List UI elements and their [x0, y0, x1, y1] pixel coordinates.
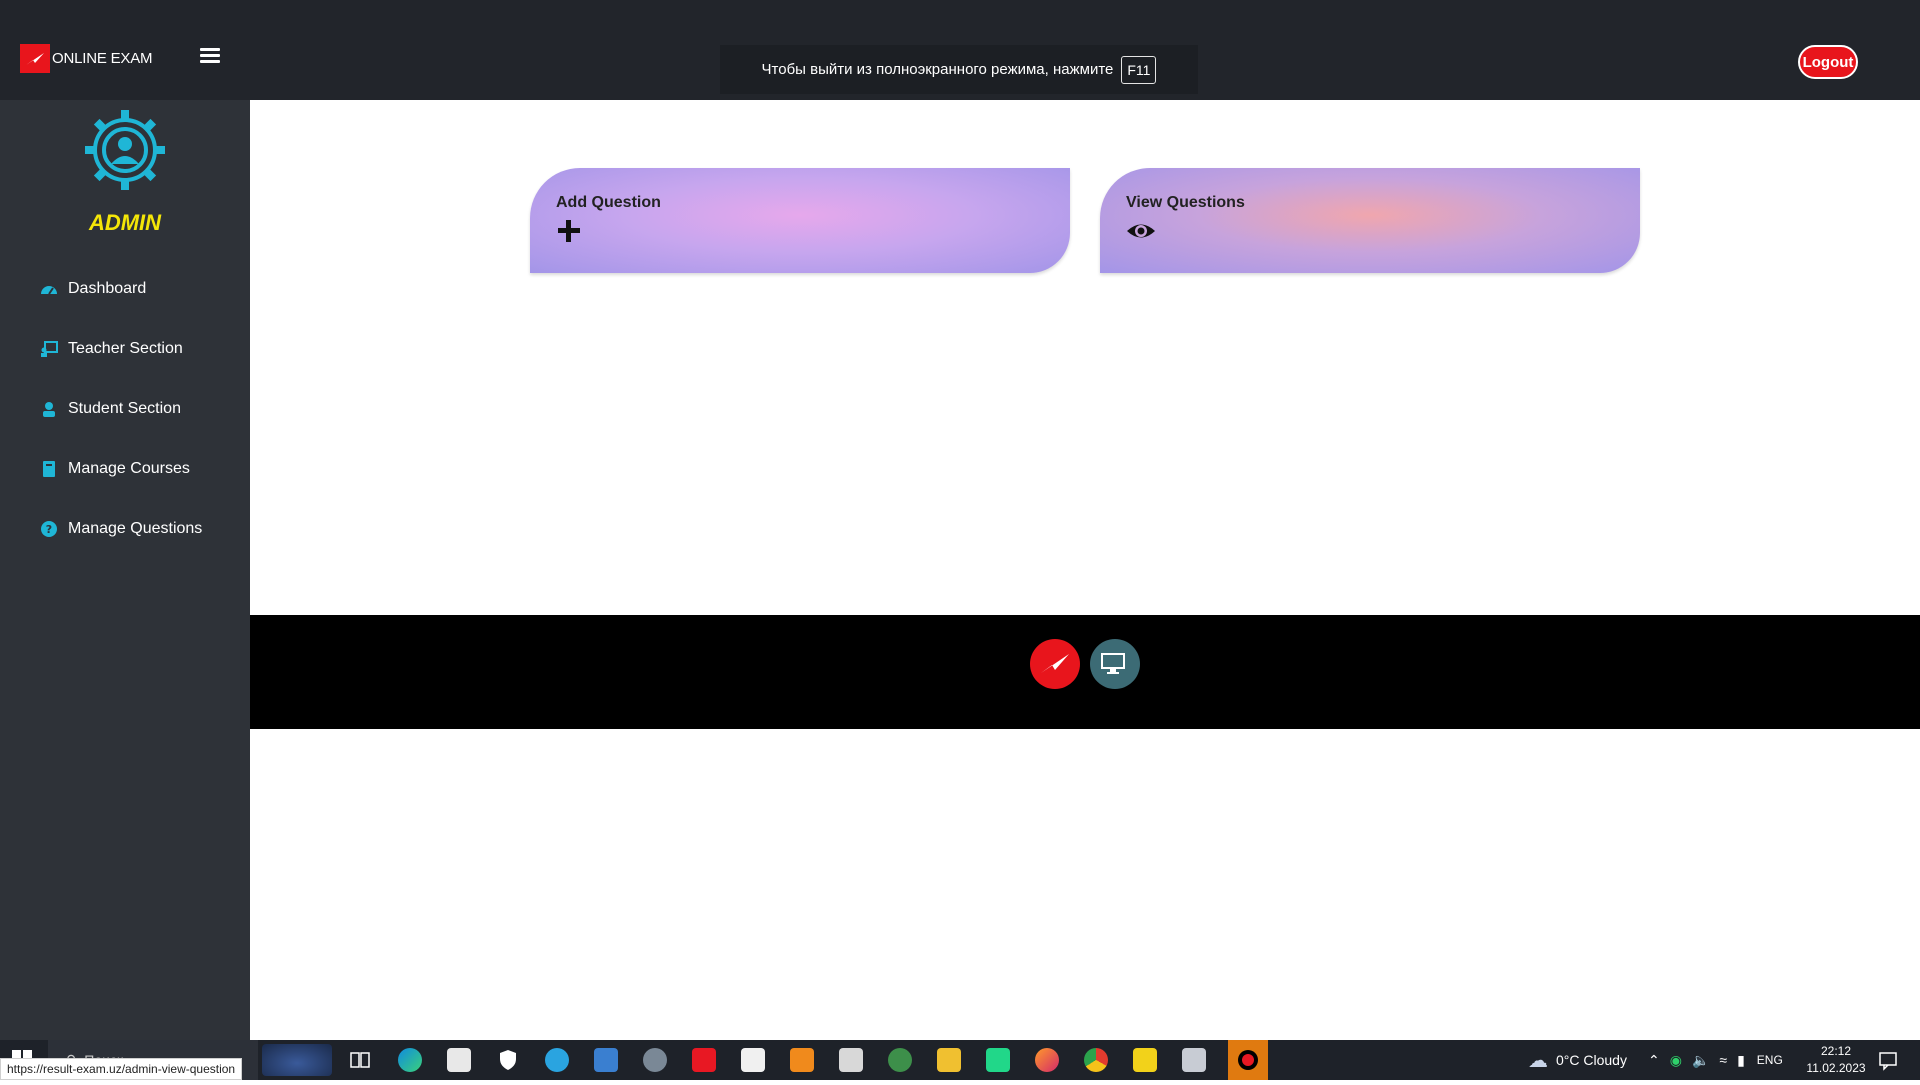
- language-indicator[interactable]: ENG: [1757, 1053, 1783, 1067]
- cloud-icon: ☁: [1528, 1049, 1548, 1072]
- record-app-icon[interactable]: [1228, 1040, 1268, 1080]
- emblem-app-icon[interactable]: [888, 1048, 912, 1072]
- top-navbar: ONLINE EXAM Чтобы выйти из полноэкранног…: [0, 0, 1920, 100]
- sidebar-item-dashboard[interactable]: Dashboard: [40, 280, 146, 298]
- edge-browser-icon[interactable]: [398, 1048, 422, 1072]
- screen-recorder-icon[interactable]: [692, 1048, 716, 1072]
- footer-brand-logo-icon[interactable]: [1030, 639, 1080, 689]
- wifi-icon[interactable]: ≈: [1719, 1052, 1727, 1068]
- add-question-card[interactable]: Add Question: [530, 168, 1070, 273]
- question-icon: ?: [41, 521, 57, 537]
- logout-button[interactable]: Logout: [1798, 45, 1858, 79]
- chrome-icon[interactable]: [1084, 1048, 1108, 1072]
- firefox-icon[interactable]: [1035, 1048, 1059, 1072]
- pycharm-icon[interactable]: [986, 1048, 1010, 1072]
- database-app-icon[interactable]: [1182, 1048, 1206, 1072]
- telegram-icon[interactable]: [545, 1048, 569, 1072]
- player-app-icon[interactable]: [1133, 1048, 1157, 1072]
- card-title: View Questions: [1126, 194, 1245, 211]
- photos-app-icon[interactable]: [594, 1048, 618, 1072]
- weather-widget[interactable]: ☁ 0°C Cloudy: [1528, 1040, 1627, 1080]
- sidebar-item-manage-courses[interactable]: Manage Courses: [40, 460, 190, 478]
- taskbar-clock[interactable]: 22:12 11.02.2023: [1806, 1043, 1866, 1077]
- task-view-icon[interactable]: [348, 1048, 372, 1072]
- clock-date: 11.02.2023: [1806, 1061, 1866, 1075]
- sidebar: ADMIN Dashboard Teacher Section Student …: [0, 100, 250, 1040]
- brand-name: ONLINE EXAM: [52, 50, 153, 67]
- hamburger-menu-icon[interactable]: [200, 48, 220, 64]
- fingerprint-app-icon[interactable]: [839, 1048, 863, 1072]
- sidebar-item-student-section[interactable]: Student Section: [40, 400, 181, 418]
- sublime-text-icon[interactable]: [790, 1048, 814, 1072]
- piano-app-icon[interactable]: [447, 1048, 471, 1072]
- security-shield-icon[interactable]: [496, 1048, 520, 1072]
- weather-text: 0°C Cloudy: [1556, 1052, 1627, 1068]
- brand[interactable]: ONLINE EXAM: [20, 44, 153, 73]
- store-icon[interactable]: [741, 1048, 765, 1072]
- sidebar-item-manage-questions[interactable]: ? Manage Questions: [40, 520, 202, 538]
- plus-icon: [558, 220, 580, 242]
- brand-logo-icon: [20, 44, 50, 73]
- volume-icon[interactable]: 🔈: [1692, 1052, 1709, 1069]
- file-explorer-icon[interactable]: [937, 1048, 961, 1072]
- search-highlight-icon: [262, 1044, 332, 1076]
- teacher-icon: [41, 341, 58, 357]
- maps-app-icon[interactable]: [643, 1048, 667, 1072]
- sidebar-item-label: Manage Courses: [68, 460, 190, 477]
- status-bar-url: https://result-exam.uz/admin-view-questi…: [0, 1058, 243, 1080]
- fullscreen-notice: Чтобы выйти из полноэкранного режима, на…: [720, 45, 1198, 94]
- footer: [250, 615, 1920, 729]
- card-title: Add Question: [556, 194, 661, 211]
- eye-icon: [1127, 224, 1155, 238]
- sidebar-item-label: Teacher Section: [68, 340, 183, 357]
- fullscreen-notice-text: Чтобы выйти из полноэкранного режима, на…: [761, 61, 1114, 78]
- svg-text:?: ?: [46, 523, 52, 536]
- sidebar-item-label: Dashboard: [68, 280, 147, 297]
- dashboard-icon: [41, 286, 57, 295]
- status-circle-icon[interactable]: ◉: [1670, 1052, 1682, 1069]
- admin-gear-avatar-icon: [85, 110, 165, 190]
- battery-icon[interactable]: ▮: [1737, 1052, 1745, 1069]
- clock-time: 22:12: [1820, 1044, 1852, 1058]
- footer-monitor-logo-icon[interactable]: [1090, 639, 1140, 689]
- system-tray: ⌃ ◉ 🔈 ≈ ▮ ENG: [1648, 1040, 1783, 1080]
- student-icon: [43, 402, 55, 417]
- notification-center-icon[interactable]: [1876, 1048, 1900, 1072]
- book-icon: [43, 461, 55, 477]
- sidebar-item-label: Student Section: [68, 400, 181, 417]
- sidebar-item-teacher-section[interactable]: Teacher Section: [40, 340, 183, 358]
- fullscreen-key: F11: [1121, 55, 1157, 84]
- windows-taskbar: ⚲ Поиск ☁ 0°C Cloudy ⌃ ◉ 🔈 ≈ ▮ ENG 22:12…: [0, 1040, 1920, 1080]
- sidebar-admin-title: ADMIN: [88, 210, 162, 235]
- view-questions-card[interactable]: View Questions: [1100, 168, 1640, 273]
- sidebar-item-label: Manage Questions: [68, 520, 203, 537]
- chevron-up-icon[interactable]: ⌃: [1648, 1052, 1660, 1069]
